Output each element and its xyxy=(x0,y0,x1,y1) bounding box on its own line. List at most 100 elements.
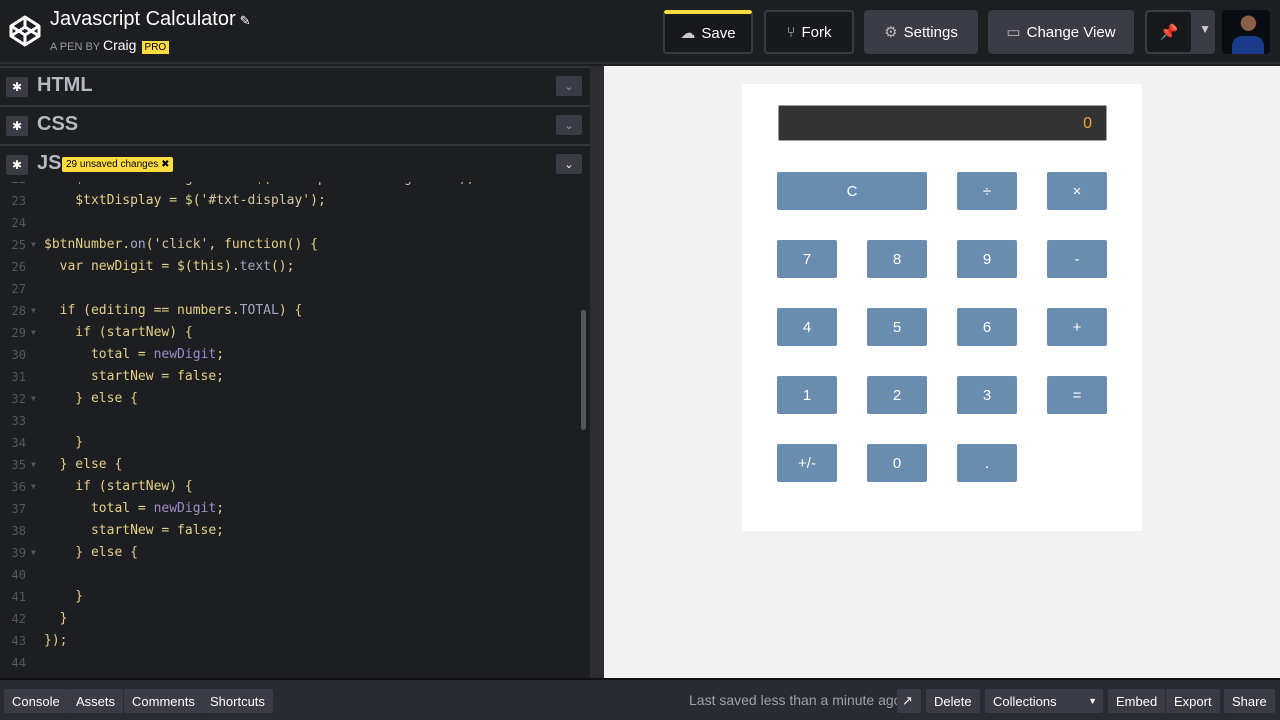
fold-arrow-icon[interactable]: ▼ xyxy=(31,300,36,322)
code-line[interactable]: 43}); xyxy=(0,630,590,652)
line-number: 22 xyxy=(0,182,26,190)
code-line[interactable]: 26 var newDigit = $(this).text(); xyxy=(0,256,590,278)
codepen-logo-icon[interactable] xyxy=(8,14,42,48)
code-line[interactable]: 34 } xyxy=(0,432,590,454)
code-line[interactable]: 24 xyxy=(0,212,590,234)
chevron-down-icon[interactable]: ⌄ xyxy=(556,76,582,96)
code-line[interactable]: 44 xyxy=(0,652,590,674)
code-line[interactable]: 23 $txtDisplay = $('#txt-display'); xyxy=(0,190,590,212)
code-line[interactable]: 32 ▼ } else { xyxy=(0,388,590,410)
calc-button[interactable]: 6 xyxy=(957,308,1017,346)
assets-button[interactable]: Assets xyxy=(68,689,124,713)
calc-button[interactable]: . xyxy=(957,444,1017,482)
editor-scrollbar[interactable] xyxy=(581,310,586,430)
code-line[interactable]: 38 startNew = false; xyxy=(0,520,590,542)
export-button[interactable]: Export xyxy=(1166,689,1220,713)
resize-handle[interactable] xyxy=(590,66,604,678)
fold-arrow-icon[interactable]: ▼ xyxy=(31,542,36,564)
editor-panel: ✱ HTML ⌄ ✱ CSS ⌄ ✱ JS29 unsaved changes ✖ ⌄ 22… xyxy=(0,66,590,678)
code-line[interactable]: 33 xyxy=(0,410,590,432)
line-number: 40 xyxy=(11,568,26,582)
calc-button[interactable]: 2 xyxy=(867,376,927,414)
calc-button[interactable]: +/- xyxy=(777,444,837,482)
code-token: $txtDisplay = $( xyxy=(44,193,201,208)
delete-button[interactable]: Delete xyxy=(926,689,980,713)
external-link-icon[interactable]: ↗ xyxy=(897,689,921,713)
fold-arrow-icon[interactable]: ▼ xyxy=(31,234,36,256)
code-text: if (startNew) { xyxy=(44,322,193,344)
settings-button[interactable]: ⚙ Settings xyxy=(864,10,978,54)
author-link[interactable]: Craig xyxy=(103,37,136,53)
code-token: startNew = false; xyxy=(44,523,225,538)
calc-button[interactable]: × xyxy=(1047,172,1107,210)
calc-button[interactable]: 4 xyxy=(777,308,837,346)
pencil-icon[interactable]: ✎ xyxy=(240,13,251,28)
code-token: '#txt-display' xyxy=(200,193,311,208)
header: Javascript Calculator ✎ A PEN BY Craig PR… xyxy=(0,0,1280,64)
pin-icon[interactable]: 📌 xyxy=(1147,12,1191,52)
calc-button[interactable]: - xyxy=(1047,240,1107,278)
comments-button[interactable]: Comments xyxy=(124,689,203,713)
chevron-down-icon[interactable]: ⌄ xyxy=(556,115,582,135)
fold-arrow-icon[interactable]: ▼ xyxy=(31,454,36,476)
gear-icon[interactable]: ✱ xyxy=(6,155,28,175)
collections-dropdown[interactable]: Collections ▼ xyxy=(985,689,1103,713)
fold-arrow-icon[interactable]: ▼ xyxy=(31,476,36,498)
code-text: startNew = false; xyxy=(44,366,224,388)
code-token: } xyxy=(44,589,84,604)
code-line[interactable]: 29 ▼ if (startNew) { xyxy=(0,322,590,344)
shortcuts-button[interactable]: Shortcuts xyxy=(202,689,273,713)
code-line[interactable]: 28 ▼ if (editing == numbers.TOTAL) { xyxy=(0,300,590,322)
calc-button[interactable]: + xyxy=(1047,308,1107,346)
code-line[interactable]: 39 ▼ } else { xyxy=(0,542,590,564)
calculator-display: 0 xyxy=(778,105,1107,141)
code-text: var newDigit = $(this).text(); xyxy=(44,256,295,278)
fold-arrow-icon[interactable]: ▼ xyxy=(31,388,36,410)
calc-button[interactable]: ÷ xyxy=(957,172,1017,210)
code-line[interactable]: 37 total = newDigit; xyxy=(0,498,590,520)
share-button[interactable]: Share xyxy=(1224,689,1275,713)
fork-icon: ⑂ xyxy=(786,23,796,41)
code-line[interactable]: 25 ▼ $btnNumber.on('click', function() { xyxy=(0,234,590,256)
code-line[interactable]: 27 xyxy=(0,278,590,300)
byline: A PEN BY Craig PRO xyxy=(50,37,170,54)
code-token: if (startNew) { xyxy=(44,325,193,340)
embed-button[interactable]: Embed xyxy=(1108,689,1166,713)
calc-button[interactable]: 0 xyxy=(867,444,927,482)
code-line[interactable]: 41 } xyxy=(0,586,590,608)
code-line[interactable]: 40 xyxy=(0,564,590,586)
calc-button[interactable]: 7 xyxy=(777,240,837,278)
avatar[interactable] xyxy=(1222,10,1270,54)
js-code-editor[interactable]: 22 $btnPositiveNegative = $('#btn-positi… xyxy=(0,182,590,678)
css-panel-header[interactable]: ✱ CSS ⌄ xyxy=(0,105,590,142)
code-line[interactable]: 36 ▼ if (startNew) { xyxy=(0,476,590,498)
calc-button[interactable]: = xyxy=(1047,376,1107,414)
calc-button[interactable]: 8 xyxy=(867,240,927,278)
pen-title[interactable]: Javascript Calculator ✎ xyxy=(50,8,251,31)
code-text: if (startNew) { xyxy=(44,476,192,498)
code-line[interactable]: 42 } xyxy=(0,608,590,630)
html-panel-header[interactable]: ✱ HTML ⌄ xyxy=(0,66,590,103)
console-button[interactable]: Console xyxy=(4,689,68,713)
code-line[interactable]: 30 total = newDigit; xyxy=(0,344,590,366)
chevron-down-icon[interactable]: ⌄ xyxy=(556,154,582,174)
code-line[interactable]: 35 ▼ } else { xyxy=(0,454,590,476)
save-button[interactable]: ☁ Save xyxy=(663,10,753,54)
calc-button[interactable]: 1 xyxy=(777,376,837,414)
calc-button[interactable]: C xyxy=(777,172,927,210)
fork-button[interactable]: ⑂ Fork xyxy=(764,10,854,54)
js-panel-header[interactable]: ✱ JS 29 unsaved changes ✖ ⌄ xyxy=(0,144,590,181)
calc-button[interactable]: 9 xyxy=(957,240,1017,278)
calc-button[interactable]: 3 xyxy=(957,376,1017,414)
calc-button[interactable]: 5 xyxy=(867,308,927,346)
code-line[interactable]: 22 $btnPositiveNegative = $('#btn-positi… xyxy=(0,182,590,190)
footer: Console Assets Comments Shortcuts Last s… xyxy=(0,678,1280,720)
change-view-button[interactable]: ▭ Change View xyxy=(988,10,1134,54)
fold-arrow-icon[interactable]: ▼ xyxy=(31,322,36,344)
line-number: 25 xyxy=(11,238,26,252)
unsaved-changes-badge[interactable]: 29 unsaved changes ✖ xyxy=(62,157,174,172)
gear-icon[interactable]: ✱ xyxy=(6,116,28,136)
chevron-down-icon[interactable]: ▼ xyxy=(1199,22,1211,36)
gear-icon[interactable]: ✱ xyxy=(6,77,28,97)
code-line[interactable]: 31 startNew = false; xyxy=(0,366,590,388)
